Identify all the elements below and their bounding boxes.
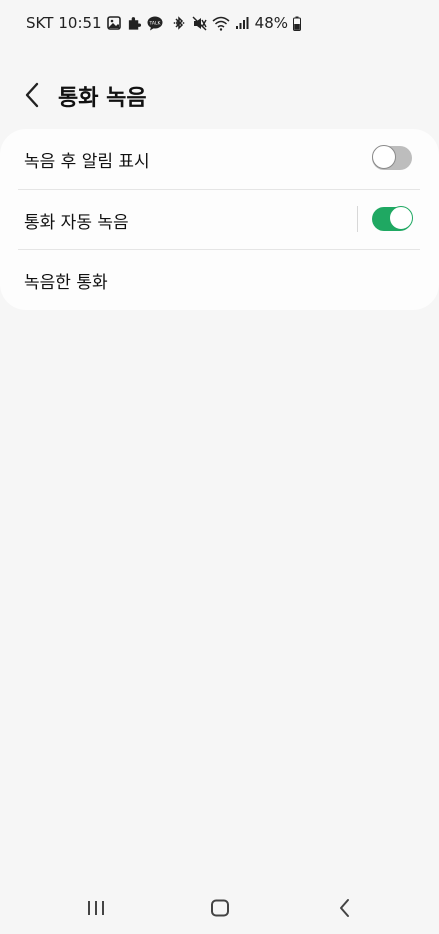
back-icon	[340, 899, 349, 917]
navigation-bar	[0, 880, 439, 934]
setting-auto-record-calls[interactable]: 통화 자동 녹음	[0, 190, 439, 250]
puzzle-icon	[127, 15, 142, 31]
vertical-separator	[357, 206, 358, 232]
notify-after-recording-toggle[interactable]	[372, 145, 412, 170]
home-button[interactable]	[200, 892, 240, 924]
page-title: 통화 녹음	[58, 86, 147, 111]
mute-icon	[192, 15, 207, 31]
setting-label: 녹음한 통화	[24, 273, 108, 293]
status-bar: SKT 10:51 TALK 48%	[0, 0, 439, 50]
back-button[interactable]	[18, 77, 46, 113]
setting-recorded-calls[interactable]: 녹음한 통화	[0, 250, 439, 310]
back-arrow-icon	[25, 82, 39, 108]
talk-icon: TALK	[147, 15, 163, 31]
setting-label: 통화 자동 녹음	[24, 213, 129, 233]
app-header: 통화 녹음	[0, 70, 439, 120]
settings-card: 녹음 후 알림 표시 통화 자동 녹음 녹음한 통화	[0, 129, 439, 310]
recent-apps-button[interactable]	[76, 892, 116, 924]
svg-text:TALK: TALK	[148, 20, 161, 26]
setting-notify-after-recording[interactable]: 녹음 후 알림 표시	[0, 129, 439, 189]
carrier-label: SKT	[26, 14, 54, 32]
recent-apps-icon	[88, 901, 104, 915]
battery-icon	[293, 15, 301, 31]
toggle-knob	[372, 145, 396, 169]
bluetooth-icon	[172, 15, 187, 31]
nav-back-button[interactable]	[325, 892, 365, 924]
toggle-knob	[389, 206, 413, 230]
battery-percent: 48%	[254, 14, 288, 32]
setting-label: 녹음 후 알림 표시	[24, 152, 150, 172]
wifi-icon	[212, 15, 230, 31]
gallery-icon	[107, 15, 122, 31]
signal-icon	[235, 15, 250, 31]
auto-record-calls-toggle[interactable]	[372, 206, 413, 231]
status-bar-right: 48%	[172, 14, 301, 32]
status-bar-left: SKT 10:51 TALK	[26, 14, 188, 32]
clock: 10:51	[58, 14, 102, 32]
home-icon	[211, 899, 229, 917]
